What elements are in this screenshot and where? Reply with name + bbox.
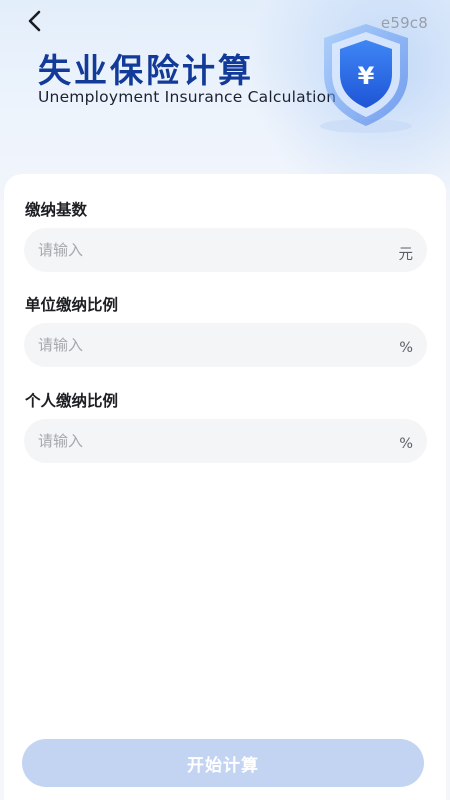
percent-unit-label: % [399,340,413,356]
personal-rate-field[interactable]: % [24,419,427,463]
chevron-left-icon [28,10,41,32]
employer-rate-label: 单位缴纳比例 [25,296,119,314]
shield-icon: ¥ [320,24,412,133]
personal-rate-input[interactable] [38,432,400,450]
personal-rate-label: 个人缴纳比例 [25,392,119,410]
yuan-unit-label: 元 [398,246,414,263]
page-subtitle: Unemployment Insurance Calculation [38,88,337,106]
base-amount-field[interactable]: 元 [24,228,427,272]
employer-rate-input[interactable] [38,336,400,354]
base-amount-label: 缴纳基数 [25,201,88,219]
percent-unit-label: % [399,436,413,452]
base-amount-input[interactable] [38,241,399,259]
start-calculation-button[interactable]: 开始计算 [22,739,424,787]
page-title: 失业保险计算 [38,51,254,90]
employer-rate-field[interactable]: % [24,323,427,367]
shield-yuan-symbol: ¥ [358,62,375,90]
header-banner: e59c8 失业保险计算 Unemployment Insurance Calc… [0,0,450,200]
back-button[interactable] [22,8,50,36]
